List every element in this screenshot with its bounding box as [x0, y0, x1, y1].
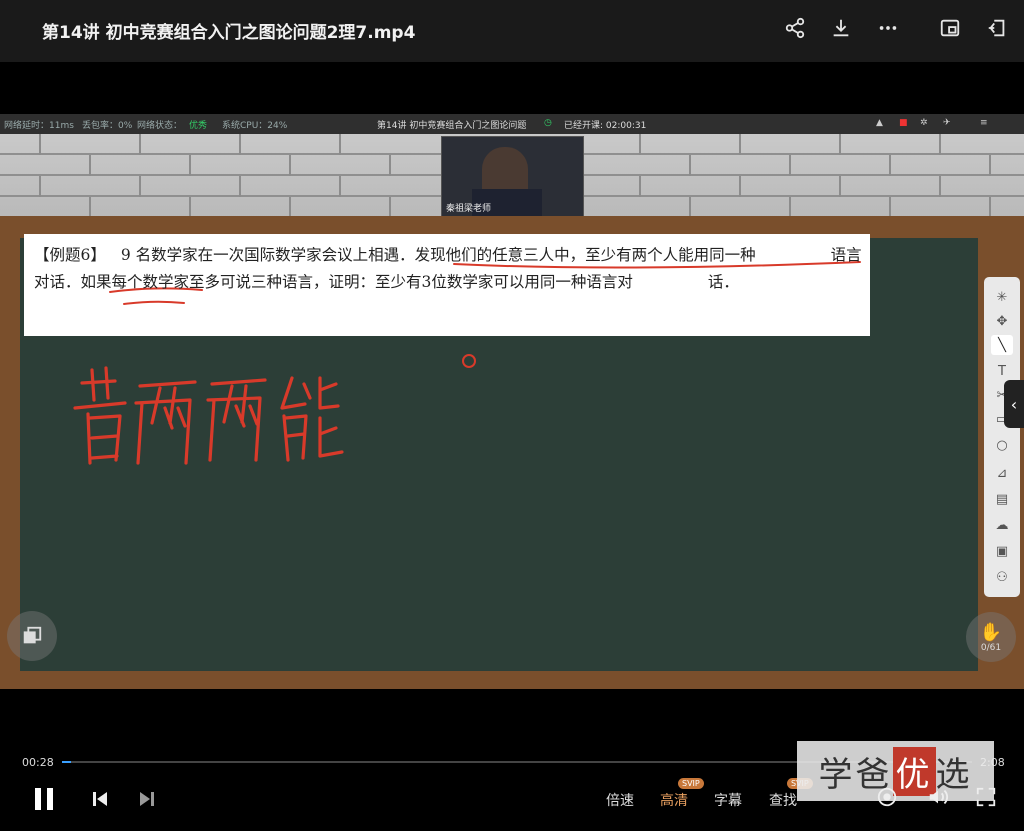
text-tool-icon[interactable]: T — [991, 361, 1013, 381]
video-frame[interactable]: 网络延时：11ms 丢包率：0% 网络状态： 优秀 系统CPU：24% 第14讲… — [0, 114, 1024, 689]
download-icon[interactable] — [827, 14, 855, 42]
previous-icon — [93, 792, 107, 806]
bell-icon: ▲ — [876, 118, 883, 128]
next-button[interactable] — [138, 790, 156, 812]
search-button[interactable]: 查找 — [769, 790, 797, 810]
picture-in-picture-icon[interactable] — [936, 14, 964, 42]
cloud-tool-icon[interactable]: ☁ — [991, 515, 1013, 535]
pin-icon[interactable] — [983, 14, 1011, 42]
problem-card: 【例题6】 9 名数学家在一次国际数学家会议上相遇．发现他们的任意三人中，至少有… — [24, 234, 870, 336]
raise-hand-button[interactable]: ✋ 0/61 — [966, 612, 1016, 662]
problem-text: 【例题6】 9 名数学家在一次国际数学家会议上相遇．发现他们的任意三人中，至少有… — [34, 242, 864, 296]
problem-text-4: 如果每个数学家至多可说三种语言，证明：至少有3位数学家可以用同一种语言对 — [80, 273, 633, 291]
svip-badge-quality: SVIP — [678, 778, 704, 789]
title-bar: 第14讲 初中竞赛组合入门之图论问题2理7.mp4 — [0, 0, 1024, 62]
whiteboard-toolbar: ✳ ✥ ╲ T ✂ ▭ ○ ⊿ ▤ ☁ ▣ ⚇ — [984, 277, 1020, 597]
record-circle-icon — [877, 787, 897, 807]
clock-icon: ◷ — [544, 118, 552, 128]
settings-icon: ✲ — [920, 118, 928, 128]
problem-text-5: 话． — [707, 273, 739, 291]
chevron-left-icon: ‹ — [1010, 394, 1018, 414]
problem-label: 【例题6】 — [34, 246, 106, 264]
screenshot-button[interactable] — [876, 786, 898, 812]
elapsed-time: 已经开课: 02:00:31 — [564, 121, 647, 131]
cpu-text: 系统CPU：24% — [222, 121, 288, 131]
menu-icon: ≡ — [980, 118, 988, 128]
problem-text-1: 9 名数学家在一次国际数学家会议上相遇． — [120, 246, 415, 264]
share-icon[interactable] — [781, 14, 809, 42]
hand-counter: 0/61 — [980, 642, 1002, 653]
pen-tool-icon[interactable]: ╲ — [991, 335, 1013, 355]
laser-pointer-icon — [462, 354, 476, 368]
toolbox-icon[interactable]: ▣ — [991, 541, 1013, 561]
net-state-label: 网络状态： — [137, 121, 183, 131]
subtitle-button[interactable]: 字幕 — [714, 790, 742, 810]
next-icon — [140, 792, 154, 806]
users-tool-icon[interactable]: ⚇ — [991, 567, 1013, 587]
pause-icon — [35, 788, 53, 810]
fullscreen-icon — [976, 787, 996, 807]
more-icon[interactable] — [874, 14, 902, 42]
problem-text-2: 发现他们的任意三人中，至少有两个人能用同一种 — [414, 246, 756, 264]
select-tool-icon[interactable]: ✳ — [991, 287, 1013, 307]
stream-status-bar: 网络延时：11ms 丢包率：0% 网络状态： 优秀 系统CPU：24% 第14讲… — [0, 114, 1024, 134]
pin-small-icon: ✈ — [943, 118, 951, 128]
layers-icon — [23, 626, 42, 644]
previous-button[interactable] — [91, 790, 109, 812]
pause-button[interactable] — [33, 786, 55, 816]
move-tool-icon[interactable]: ✥ — [991, 311, 1013, 331]
quality-button[interactable]: 高清 — [660, 790, 688, 810]
hand-icon: ✋ — [979, 621, 1003, 643]
teacher-name: 秦祖梁老师 — [446, 204, 492, 214]
shape-tool-icon[interactable]: ○ — [991, 435, 1013, 455]
volume-button[interactable] — [927, 786, 949, 812]
collapse-sidebar-button[interactable]: ‹ — [1004, 380, 1024, 428]
fullscreen-button[interactable] — [975, 786, 997, 812]
current-time: 00:28 — [22, 756, 54, 769]
layers-button[interactable] — [7, 611, 57, 661]
volume-icon — [929, 789, 949, 805]
speed-button[interactable]: 倍速 — [606, 790, 634, 810]
chat-tool-icon[interactable]: ▤ — [991, 489, 1013, 509]
video-title: 第14讲 初中竞赛组合入门之图论问题2理7.mp4 — [42, 23, 416, 43]
progress-fill — [62, 761, 71, 763]
teacher-webcam: 秦祖梁老师 — [441, 136, 584, 218]
latency-text: 网络延时：11ms — [4, 121, 74, 131]
record-icon: ■ — [899, 118, 908, 128]
lesson-title: 第14讲 初中竞赛组合入门之图论问题 — [377, 121, 527, 131]
net-state-value: 优秀 — [189, 121, 208, 131]
ruler-tool-icon[interactable]: ⊿ — [991, 463, 1013, 483]
loss-text: 丢包率：0% — [82, 121, 133, 131]
